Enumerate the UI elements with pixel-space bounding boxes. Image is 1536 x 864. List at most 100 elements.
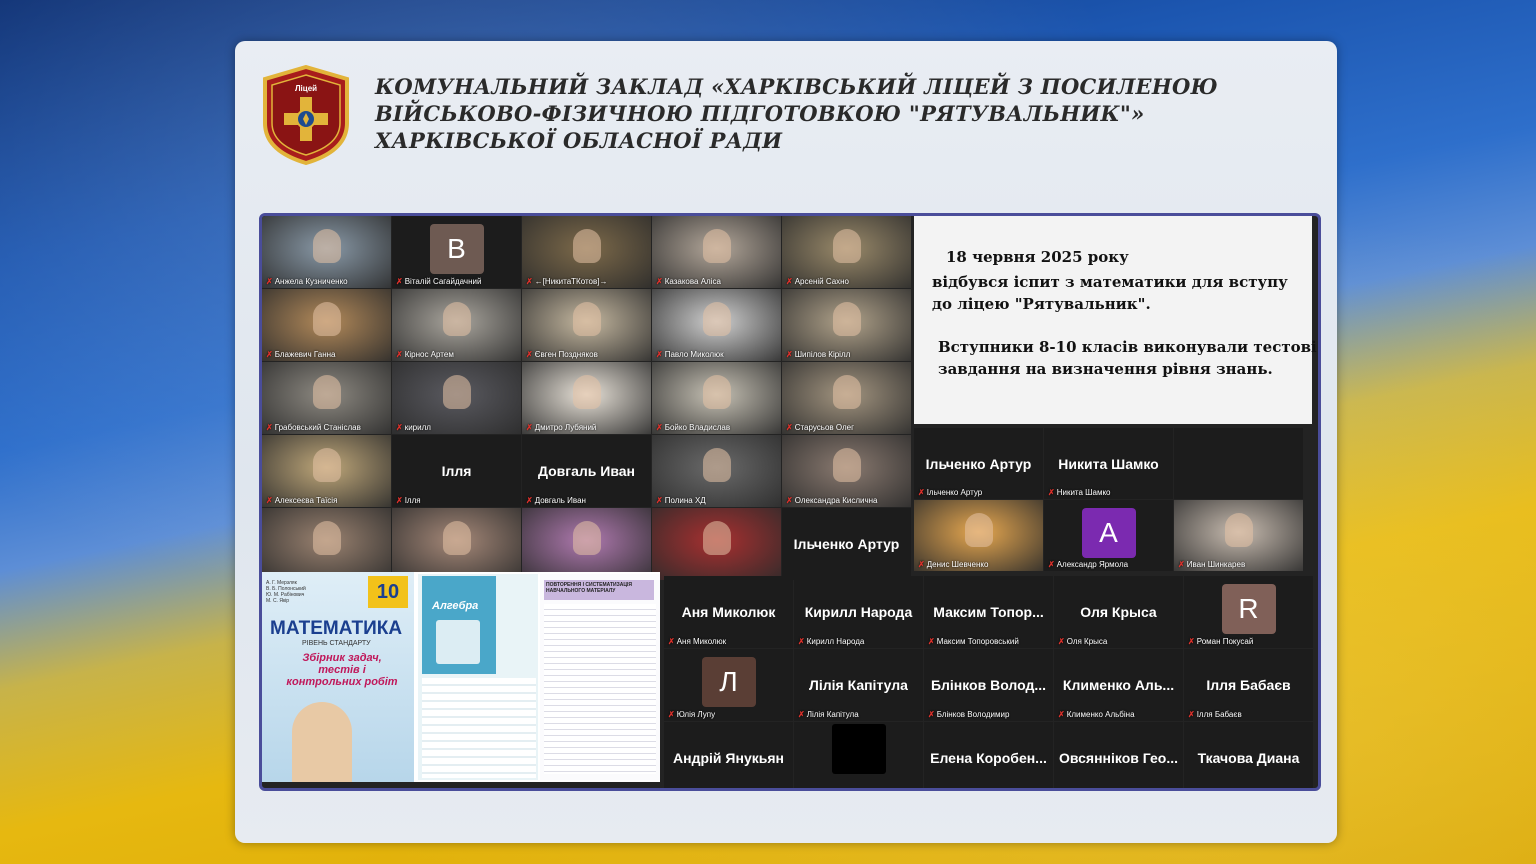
- participant-tile[interactable]: ✗ Олександра Кислична: [782, 435, 911, 507]
- notice-date: 18 червня 2025 року: [946, 248, 1129, 266]
- participant-name: Дмитро Лубяний: [534, 423, 597, 432]
- participant-tile[interactable]: [262, 508, 391, 580]
- participant-name: Бойко Владислав: [664, 423, 731, 432]
- participant-tile[interactable]: ✗ Блажевич Ганна: [262, 289, 391, 361]
- participant-tile[interactable]: Ілля Бабаєв ✗ Ілля Бабаєв: [1184, 649, 1313, 721]
- video-conference-screenshot: ✗ Анжела Кузниченко B ✗ Віталій Сагайдачний ✗…: [259, 213, 1321, 791]
- participant-tile[interactable]: ✗ Павло Миколюк: [652, 289, 781, 361]
- participant-display-name: Блінков Волод...: [930, 677, 1047, 693]
- book-authors: А. Г. Мерзляк В. Б. Полонський Ю. М. Рабін…: [266, 580, 306, 604]
- participant-name: Ілля: [404, 496, 421, 505]
- participant-tile[interactable]: ✗ Шипілов Кірілл: [782, 289, 911, 361]
- participant-name-label: ✗ Ільченко Артур: [918, 488, 982, 497]
- person-silhouette: [312, 301, 341, 336]
- participant-name: Никита Шамко: [1056, 488, 1111, 497]
- participant-name: Казакова Аліса: [664, 277, 721, 286]
- mic-muted-icon: ✗: [396, 350, 403, 359]
- participant-name: Євген Поздняков: [534, 350, 598, 359]
- participant-tile[interactable]: B ✗ Віталій Сагайдачний: [392, 216, 521, 288]
- participant-tile[interactable]: Никита Шамко ✗ Никита Шамко: [1044, 428, 1173, 499]
- participant-tile[interactable]: Блінков Волод... ✗ Блінков Володимир: [924, 649, 1053, 721]
- participant-tile[interactable]: R ✗ Роман Покусай: [1184, 576, 1313, 648]
- mic-muted-icon: ✗: [786, 277, 793, 286]
- mic-muted-icon: ✗: [656, 277, 663, 286]
- participant-display-name: Ільченко Артур: [925, 456, 1032, 472]
- mic-muted-icon: ✗: [656, 423, 663, 432]
- participant-tile[interactable]: ✗ Арсеній Сахно: [782, 216, 911, 288]
- participant-tile[interactable]: ✗ Дмитро Лубяний: [522, 362, 651, 434]
- person-silhouette: [702, 228, 731, 263]
- book-level: РІВЕНЬ СТАНДАРТУ: [302, 640, 371, 647]
- participant-name-label: ✗ ←[НикитаТКотов]→: [526, 277, 607, 286]
- mic-muted-icon: ✗: [918, 560, 925, 569]
- participant-tile[interactable]: Клименко Аль... ✗ Клименко Альбіна: [1054, 649, 1183, 721]
- participant-tile[interactable]: ✗ Бойко Владислав: [652, 362, 781, 434]
- participant-tile[interactable]: [1174, 428, 1303, 499]
- participant-tile[interactable]: Овсянніков Гео...: [1054, 722, 1183, 788]
- participant-name: Анжела Кузниченко: [274, 277, 348, 286]
- participant-name: Клименко Альбіна: [1066, 710, 1135, 719]
- mic-muted-icon: ✗: [668, 710, 675, 719]
- participant-tile[interactable]: Лілія Капітула ✗ Лілія Капітула: [794, 649, 923, 721]
- participant-name-label: ✗ Клименко Альбіна: [1058, 710, 1135, 719]
- person-silhouette: [572, 520, 601, 555]
- person-silhouette: [832, 374, 861, 409]
- participant-name: Алексеєва Таїсія: [274, 496, 338, 505]
- participant-tile[interactable]: Ільченко Артур: [782, 508, 911, 580]
- avatar-letter: R: [1221, 584, 1276, 634]
- participant-name-label: ✗ Лілія Капітула: [798, 710, 859, 719]
- participant-tile[interactable]: ✗ Кірнос Артем: [392, 289, 521, 361]
- participant-tile[interactable]: ✗ Алексеєва Таїсія: [262, 435, 391, 507]
- avatar-letter: Л: [701, 657, 756, 707]
- participant-tile[interactable]: [392, 508, 521, 580]
- algebra-page: [422, 678, 536, 778]
- mic-muted-icon: ✗: [526, 423, 533, 432]
- participant-tile[interactable]: ✗ ←[НикитаТКотов]→: [522, 216, 651, 288]
- mic-muted-icon: ✗: [918, 488, 925, 497]
- participant-tile[interactable]: ✗ Старусьов Олег: [782, 362, 911, 434]
- textbook-covers: А. Г. Мерзляк В. Б. Полонський Ю. М. Рабін…: [262, 572, 660, 782]
- participant-tile[interactable]: Максим Топор... ✗ Максим Топоровський: [924, 576, 1053, 648]
- participant-tile[interactable]: ✗ Анжела Кузниченко: [262, 216, 391, 288]
- participant-tile[interactable]: Елена Коробен...: [924, 722, 1053, 788]
- participant-name-label: ✗ Аня Миколюк: [668, 637, 726, 646]
- participant-name: Аня Миколюк: [676, 637, 727, 646]
- participant-tile[interactable]: [794, 722, 923, 788]
- participant-name: Довгаль Иван: [534, 496, 586, 505]
- notice-text-2: Вступники 8-10 класів виконували тестові…: [938, 338, 1317, 378]
- participant-display-name: Максим Топор...: [933, 604, 1044, 620]
- participant-tile[interactable]: Ілля ✗ Ілля: [392, 435, 521, 507]
- participant-tile[interactable]: Андрій Янукьян: [664, 722, 793, 788]
- participant-name-label: ✗ Денис Шевченко: [918, 560, 988, 569]
- participant-tile[interactable]: Кирилл Народа ✗ Кирилл Народа: [794, 576, 923, 648]
- participant-tile[interactable]: ✗ Євген Поздняков: [522, 289, 651, 361]
- participant-tile[interactable]: [522, 508, 651, 580]
- participant-tile[interactable]: A ✗ Александр Ярмола: [1044, 500, 1173, 571]
- participant-tile[interactable]: ✗ Денис Шевченко: [914, 500, 1043, 571]
- participant-tile[interactable]: ✗ Иван Шинкарев: [1174, 500, 1303, 571]
- mic-muted-icon: ✗: [266, 350, 273, 359]
- participant-tile[interactable]: ✗ Казакова Аліса: [652, 216, 781, 288]
- participant-name-label: ✗ Казакова Аліса: [656, 277, 721, 286]
- participant-tile[interactable]: [652, 508, 781, 580]
- participant-tile[interactable]: Ткачова Диана: [1184, 722, 1313, 788]
- participant-tile[interactable]: Л ✗ Юлія Лупу: [664, 649, 793, 721]
- person-silhouette: [312, 374, 341, 409]
- participant-tile[interactable]: ✗ Полина ХД: [652, 435, 781, 507]
- participant-name: Олександра Кислична: [794, 496, 878, 505]
- participant-tile[interactable]: Ільченко Артур ✗ Ільченко Артур: [914, 428, 1043, 499]
- participant-name-label: ✗ Бойко Владислав: [656, 423, 730, 432]
- person-silhouette: [572, 374, 601, 409]
- participant-tile[interactable]: ✗ Грабовський Станіслав: [262, 362, 391, 434]
- slide-panel: Ліцей КОМУНАЛЬНИЙ ЗАКЛАД «ХАРКІВСЬКИЙ ЛІ…: [235, 41, 1337, 843]
- algebra-title: Алгебра: [432, 600, 479, 612]
- participant-tile[interactable]: Аня Миколюк ✗ Аня Миколюк: [664, 576, 793, 648]
- participant-tile[interactable]: Довгаль Иван ✗ Довгаль Иван: [522, 435, 651, 507]
- participant-tile[interactable]: Оля Крыса ✗ Оля Крыса: [1054, 576, 1183, 648]
- participant-display-name: Ткачова Диана: [1197, 750, 1300, 766]
- participant-tile[interactable]: ✗ кирилл: [392, 362, 521, 434]
- participant-name-label: ✗ Блажевич Ганна: [266, 350, 336, 359]
- participant-name-label: ✗ Анжела Кузниченко: [266, 277, 348, 286]
- header: Ліцей КОМУНАЛЬНИЙ ЗАКЛАД «ХАРКІВСЬКИЙ ЛІ…: [235, 41, 1337, 201]
- book-subtitle: Збірник задач, тестів і контрольних робі…: [286, 652, 398, 688]
